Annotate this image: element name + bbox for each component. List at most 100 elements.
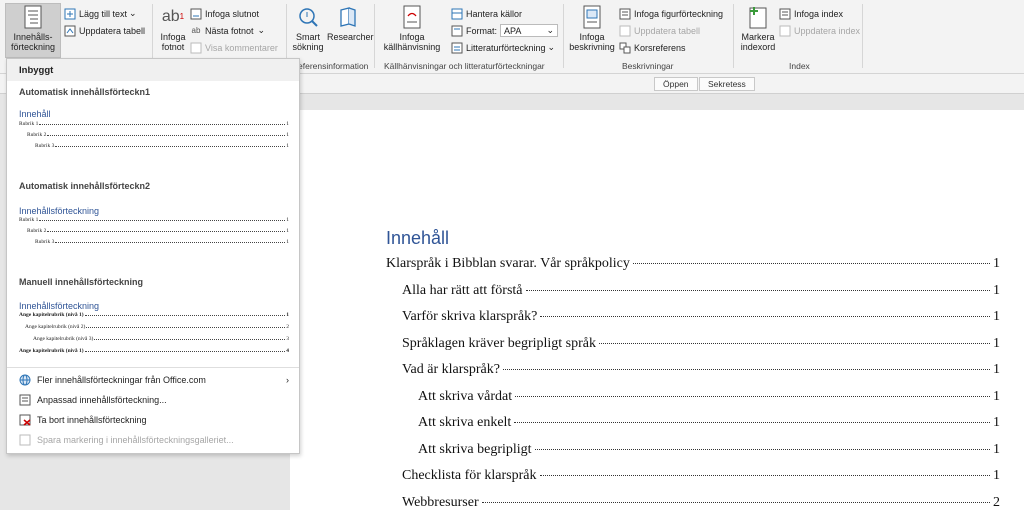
preview-line: Ange kapitelrubrik (nivå 2) 2: [25, 324, 289, 330]
toc-entry[interactable]: Språklagen kräver begripligt språk 1: [402, 336, 1000, 352]
privacy-label-button[interactable]: Sekretess: [699, 77, 755, 91]
toc-entry[interactable]: Varför skriva klarspråk? 1: [402, 309, 1000, 325]
remove-toc-item[interactable]: Ta bort innehållsförteckning: [19, 414, 299, 426]
group-label-index: Index: [789, 61, 810, 71]
gallery-item-manual-title[interactable]: Manuell innehållsförteckning: [19, 277, 143, 287]
preview-line: Rubrik 2 1: [27, 228, 289, 234]
toc-entry[interactable]: Att skriva enkelt 1: [418, 415, 1000, 431]
smart-search-button[interactable]: Smart sökning: [290, 4, 326, 52]
format-select-value: APA: [504, 26, 522, 36]
toc-entry-page: 1: [993, 415, 1000, 430]
preview-line-text: Rubrik 2: [27, 228, 47, 234]
toc-entry[interactable]: Att skriva begripligt 1: [418, 442, 1000, 458]
bibliography-button[interactable]: Litteraturförteckning ⌄: [451, 40, 555, 55]
search-icon: [295, 4, 321, 30]
footnote-icon: ab 1: [161, 8, 185, 25]
bibliography-label: Litteraturförteckning: [466, 42, 546, 53]
add-text-button[interactable]: Lägg till text ⌄: [64, 6, 137, 21]
toc-entry[interactable]: Checklista för klarspråk 1: [402, 468, 1000, 484]
update-index-label: Uppdatera index: [794, 25, 861, 36]
preview-line-page: 1: [286, 121, 289, 127]
format-select[interactable]: APA ⌄: [500, 24, 559, 37]
panel-divider: [7, 367, 299, 368]
toc-button-content[interactable]: Innehålls- förteckning: [5, 4, 61, 52]
citation-icon: [399, 4, 425, 30]
toc-entry-leader: [534, 448, 990, 450]
panel-header: Inbyggt: [7, 59, 299, 81]
toc-entry-text: Checklista för klarspråk: [402, 468, 537, 483]
insert-table-of-figures-button[interactable]: Infoga figurförteckning: [619, 6, 723, 21]
preview-line-leader: [94, 339, 286, 340]
gallery-item-auto2-heading: Innehållsförteckning: [19, 206, 100, 216]
next-footnote-icon: ab: [191, 26, 201, 35]
document-page[interactable]: Innehåll Klarspråk i Bibblan svarar. Vår…: [290, 110, 1024, 510]
save-selection-label: Spara markering i innehållsförteckningsg…: [37, 435, 234, 445]
preview-line-leader: [84, 351, 286, 352]
insert-caption-button[interactable]: Infoga beskrivning: [567, 4, 617, 52]
toc-entry-leader: [514, 422, 990, 423]
toc-entry-page: 2: [993, 494, 1000, 510]
insert-caption-label: Infoga beskrivning: [569, 32, 615, 52]
toc-entry-page: 1: [993, 309, 1000, 324]
preview-line-leader: [84, 315, 286, 316]
smart-search-label: Smart sökning: [292, 32, 324, 52]
toc-entry-page: 1: [993, 388, 1000, 404]
mark-entry-button[interactable]: Markera indexord: [737, 4, 779, 52]
custom-toc-item[interactable]: Anpassad innehållsförteckning...: [19, 394, 299, 406]
show-notes-button[interactable]: Visa kommentarer: [190, 40, 278, 55]
insert-citation-button[interactable]: Infoga källhänvisning: [380, 4, 444, 52]
open-label-button[interactable]: Öppen: [654, 77, 698, 91]
preview-line-text: Rubrik 3: [35, 143, 55, 149]
gallery-item-auto1-heading: Innehåll: [19, 109, 51, 119]
preview-line: Ange kapitelrubrik (nivå 1) 4: [19, 348, 289, 354]
toc-button-label: Innehålls- förteckning: [10, 32, 56, 52]
preview-line-text: Ange kapitelrubrik (nivå 1): [19, 348, 84, 354]
custom-toc-label: Anpassad innehållsförteckning...: [37, 395, 167, 405]
gallery-item-auto2-title[interactable]: Automatisk innehållsförteckn2: [19, 181, 150, 191]
update-table-button[interactable]: Uppdatera tabell: [64, 23, 145, 38]
preview-line-text: Rubrik 3: [35, 239, 55, 245]
preview-line-leader: [39, 124, 286, 125]
toc-entry-page: 1: [993, 335, 1000, 351]
gallery-item-auto1-title[interactable]: Automatisk innehållsförteckn1: [19, 87, 150, 97]
toc-entry-page: 1: [993, 256, 1000, 271]
next-footnote-button[interactable]: ab Nästa fotnot ⌄: [190, 23, 266, 38]
toc-entry-leader: [599, 342, 990, 344]
toc-entry[interactable]: Webbresurser 2: [402, 495, 1000, 510]
toc-entry[interactable]: Klarspråk i Bibblan svarar. Vår språkpol…: [386, 256, 1000, 272]
insert-endnote-button[interactable]: Infoga slutnot: [190, 6, 259, 21]
custom-toc-icon: [19, 394, 31, 406]
researcher-button[interactable]: Researcher: [327, 4, 374, 42]
manage-sources-button[interactable]: Hantera källor: [451, 6, 522, 21]
more-toc-office-item[interactable]: Fler innehållsförteckningar från Office.…: [19, 374, 299, 386]
update-table-figures-button[interactable]: Uppdatera tabell: [619, 23, 700, 38]
preview-line-leader: [55, 146, 286, 147]
insert-index-button[interactable]: Infoga index: [779, 6, 843, 21]
toc-entry-text: Vad är klarspråk?: [402, 362, 500, 377]
insert-footnote-button[interactable]: ab 1 Infoga fotnot: [156, 4, 190, 53]
preview-line-text: Rubrik 1: [19, 217, 39, 223]
toc-entry[interactable]: Vad är klarspråk? 1: [402, 362, 1000, 378]
toc-entry-text: Att skriva vårdat: [418, 388, 513, 404]
remove-toc-icon: [19, 414, 31, 426]
more-toc-office-label: Fler innehållsförteckningar från Office.…: [37, 375, 206, 385]
group-label-citations: Källhänvisningar och litteraturförteckni…: [384, 61, 545, 71]
toc-dropdown-panel: Inbyggt Automatisk innehållsförteckn1 In…: [6, 58, 300, 454]
toc-entry[interactable]: Att skriva vårdat 1: [418, 389, 1000, 405]
toc-entry[interactable]: Alla har rätt att förstå 1: [402, 283, 1000, 299]
update-index-button[interactable]: Uppdatera index: [779, 23, 860, 38]
update-table-icon: [64, 25, 76, 37]
manage-sources-icon: [451, 8, 463, 20]
preview-line-page: 2: [286, 324, 289, 330]
ribbon-separator: [862, 4, 863, 68]
preview-line-leader: [47, 231, 286, 232]
preview-line-page: 1: [286, 312, 289, 318]
toc-icon: [20, 4, 46, 30]
chevron-down-icon: ⌄: [257, 25, 266, 35]
toc-entry-text: Webbresurser: [402, 494, 479, 510]
cross-reference-button[interactable]: Korsreferens: [619, 40, 686, 55]
save-selection-icon: [19, 434, 31, 446]
caption-icon: [579, 4, 605, 30]
save-selection-item[interactable]: Spara markering i innehållsförteckningsg…: [19, 434, 299, 446]
gallery-item-manual-heading: Innehållsförteckning: [19, 301, 100, 311]
